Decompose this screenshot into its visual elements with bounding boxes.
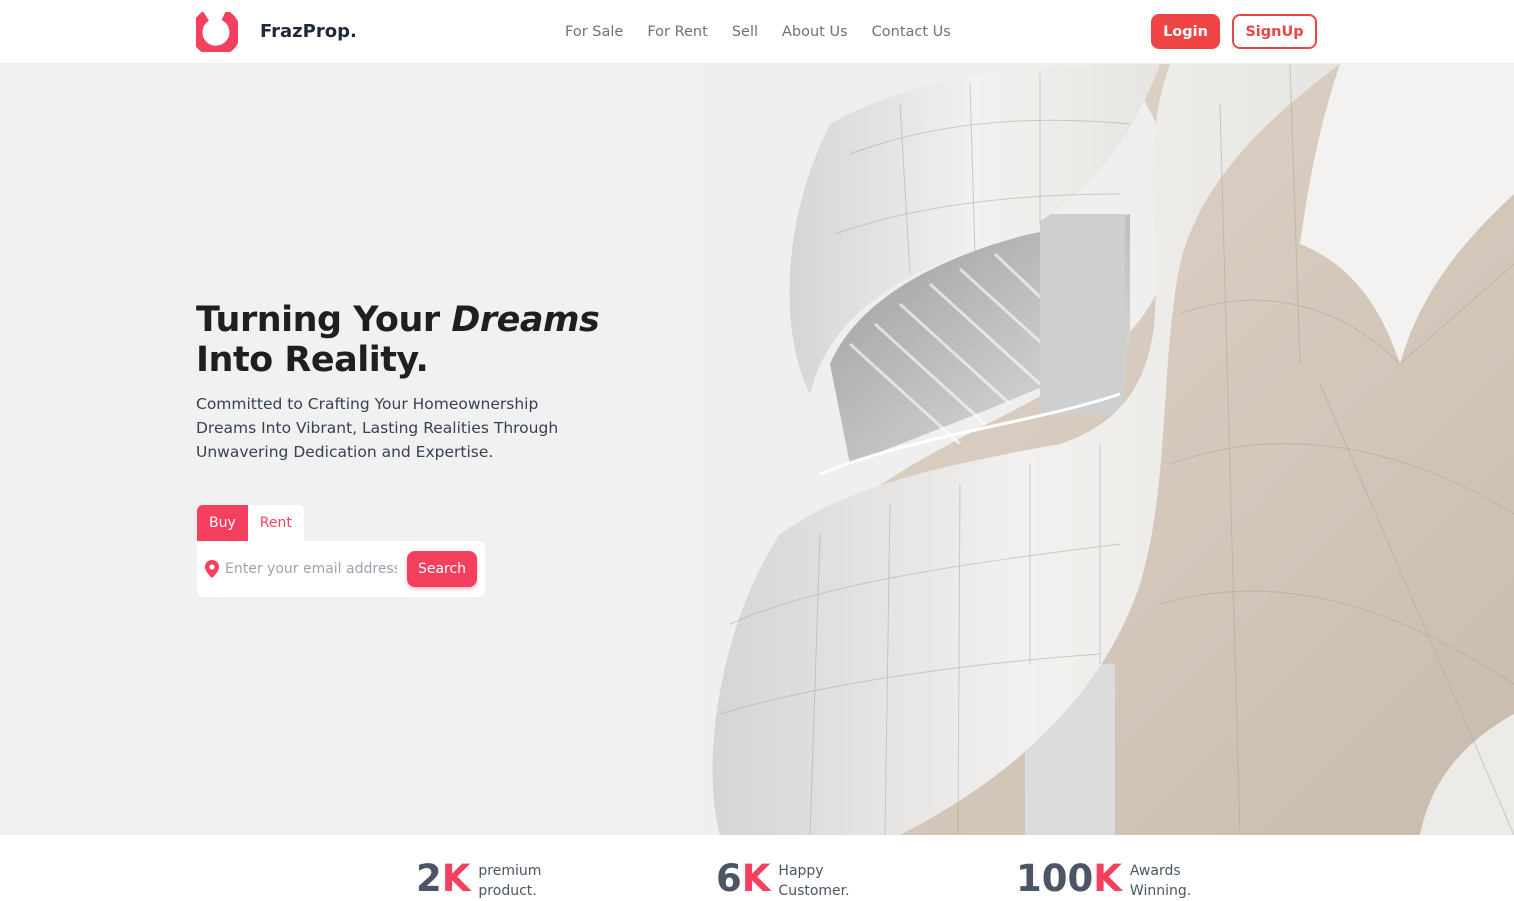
main-nav: For Sale For Rent Sell About Us Contact … [565, 22, 951, 42]
stat-item: 6K Happy Customer. [716, 857, 850, 901]
signup-button[interactable]: SignUp [1232, 14, 1317, 49]
location-pin-icon [205, 560, 219, 578]
nav-link-sell[interactable]: Sell [732, 22, 758, 42]
tab-buy[interactable]: Buy [197, 505, 248, 541]
brand-name[interactable]: FrazProp. [260, 20, 357, 44]
nav-link-for-rent[interactable]: For Rent [647, 22, 708, 42]
stat-number: 6K [716, 857, 771, 900]
hero-subtitle: Committed to Crafting Your Homeownership… [196, 395, 559, 461]
login-button[interactable]: Login [1151, 14, 1220, 49]
hero-headline: Turning Your Dreams Into Reality. [196, 300, 600, 380]
stat-item: 100K Awards Winning. [1016, 857, 1200, 901]
nav-link-about-us[interactable]: About Us [782, 22, 848, 42]
search-button[interactable]: Search [407, 551, 477, 587]
stat-item: 2K premium product. [416, 857, 548, 901]
hero-section: Turning Your Dreams Into Reality. Commit… [0, 64, 1514, 835]
stat-number: 2K [416, 857, 471, 900]
hero-architecture-image [700, 64, 1514, 835]
stats-section: 2K premium product. 6K Happy Customer. 1… [0, 835, 1514, 900]
nav-link-for-sale[interactable]: For Sale [565, 22, 623, 42]
headline-prefix: Turning Your [196, 300, 452, 340]
search-tabs: Buy Rent [197, 505, 304, 541]
headline-line2: Into Reality. [196, 340, 429, 380]
brand-logo-icon[interactable] [196, 12, 238, 52]
search-box: Search [197, 541, 485, 597]
headline-emphasis: Dreams [451, 300, 600, 340]
stat-label: Awards Winning. [1129, 863, 1192, 899]
navbar: FrazProp. For Sale For Rent Sell About U… [0, 0, 1514, 64]
nav-link-contact-us[interactable]: Contact Us [872, 22, 951, 42]
search-input[interactable] [225, 559, 397, 579]
tab-rent[interactable]: Rent [248, 505, 304, 541]
stat-label: premium product. [478, 863, 542, 899]
stat-label: Happy Customer. [778, 863, 850, 899]
stat-number: 100K [1016, 857, 1122, 900]
